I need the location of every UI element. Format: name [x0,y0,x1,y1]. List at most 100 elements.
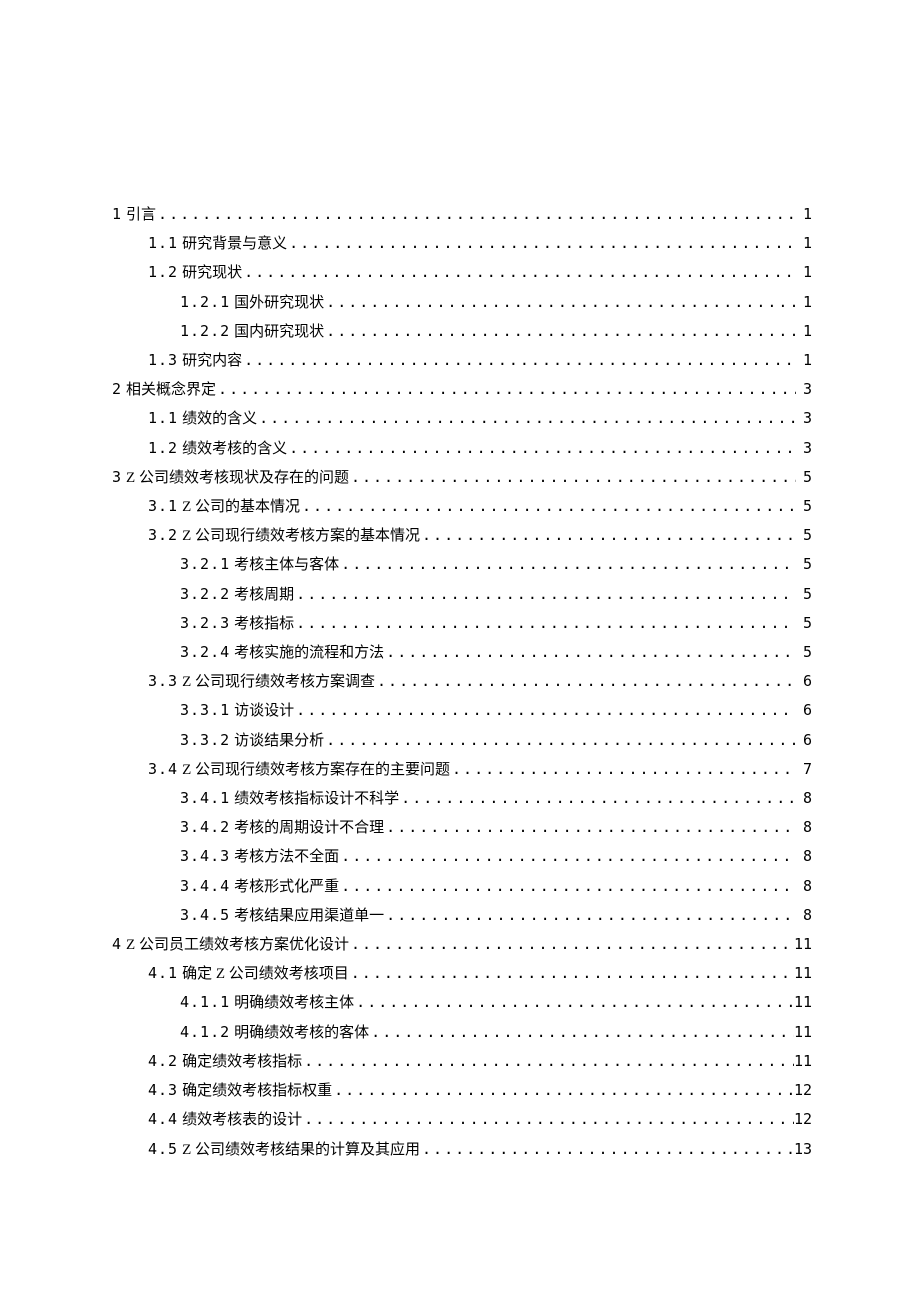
toc-entry-title: 明确绩效考核的客体 [234,1019,369,1047]
toc-entry-page: 3 [796,434,812,462]
toc-entry-page: 1 [796,200,812,228]
toc-entry-number: 4.1 [148,959,178,987]
toc-entry-title: 确定绩效考核指标权重 [182,1077,332,1105]
toc-entry-title: 研究背景与意义 [182,230,287,258]
toc-entry-number: 1 [112,200,122,228]
toc-entry-page: 5 [796,492,812,520]
toc-entry: 2相关概念界定 3 [112,375,812,404]
toc-entry-title: 明确绩效考核主体 [234,989,354,1017]
toc-leader-dots [384,901,796,929]
toc-entry-page: 8 [796,901,812,929]
toc-entry: 1.2.2国内研究现状1 [112,317,812,346]
toc-entry-page: 5 [796,638,812,666]
toc-leader-dots [216,375,796,403]
toc-entry: 4.3确定绩效考核指标权重12 [112,1076,812,1105]
toc-entry: 3.3Z 公司现行绩效考核方案调查6 [112,667,812,696]
toc-entry-title: 研究内容 [182,347,242,375]
toc-entry-page: 5 [796,609,812,637]
toc-entry: 3.1Z 公司的基本情况5 [112,492,812,521]
toc-entry-page: 1 [796,288,812,316]
toc-entry-title: 访谈设计 [234,697,294,725]
toc-entry-page: 8 [796,784,812,812]
toc-entry-page: 8 [796,813,812,841]
toc-entry-number: 4.1.2 [180,1018,230,1046]
toc-entry: 3.2.1考核主体与客体5 [112,550,812,579]
toc-entry: 3.2.4考核实施的流程和方法5 [112,638,812,667]
toc-entry: 4.1.2明确绩效考核的客体 11 [112,1018,812,1047]
toc-entry-number: 3.4.4 [180,872,230,900]
toc-entry: 4.1确定 Z 公司绩效考核项目 11 [112,959,812,988]
toc-leader-dots [324,317,796,345]
toc-entry-title: Z 公司绩效考核结果的计算及其应用 [182,1136,420,1164]
toc-entry-title: 考核周期 [234,581,294,609]
toc-leader-dots [294,609,796,637]
toc-entry-page: 5 [796,463,812,491]
toc-entry-page: 3 [796,375,812,403]
toc-entry-title: 国内研究现状 [234,318,324,346]
toc-entry-page: 1 [796,317,812,345]
toc-entry-number: 2 [112,375,122,403]
toc-entry-number: 3.3 [148,667,178,695]
toc-entry-title: 国外研究现状 [234,289,324,317]
toc-entry-number: 4 [112,930,122,958]
toc-leader-dots [302,1105,794,1133]
toc-entry-page: 8 [796,842,812,870]
toc-entry-page: 11 [794,930,812,958]
toc-entry-number: 3.4.2 [180,813,230,841]
toc-entry-title: Z 公司员工绩效考核方案优化设计 [126,931,349,959]
toc-leader-dots [294,580,796,608]
toc-leader-dots [339,872,796,900]
toc-entry-page: 6 [796,696,812,724]
toc-entry-title: 考核方法不全面 [234,843,339,871]
toc-entry: 3.2Z 公司现行绩效考核方案的基本情况5 [112,521,812,550]
toc-leader-dots [420,1135,794,1163]
toc-entry-page: 12 [794,1076,812,1104]
toc-entry: 1.2研究现状1 [112,258,812,287]
toc-entry: 1.2绩效考核的含义3 [112,434,812,463]
toc-entry-title: Z 公司现行绩效考核方案存在的主要问题 [182,756,450,784]
toc-entry: 1.1绩效的含义3 [112,404,812,433]
toc-entry-title: 绩效考核指标设计不科学 [234,785,399,813]
toc-leader-dots [420,521,796,549]
toc-entry: 4 Z 公司员工绩效考核方案优化设计 11 [112,930,812,959]
toc-entry-title: 确定绩效考核指标 [182,1048,302,1076]
toc-entry-title: Z 公司的基本情况 [182,493,300,521]
toc-entry-page: 11 [794,1018,812,1046]
toc-entry-number: 4.4 [148,1105,178,1133]
toc-entry-page: 11 [794,959,812,987]
toc-leader-dots [257,404,796,432]
toc-leader-dots [399,784,796,812]
toc-leader-dots [339,842,796,870]
toc-entry: 4.5Z 公司绩效考核结果的计算及其应用13 [112,1135,812,1164]
toc-entry: 3.2.3考核指标5 [112,609,812,638]
toc-leader-dots [294,696,796,724]
toc-entry: 4.2确定绩效考核指标11 [112,1047,812,1076]
toc-entry: 3.4.1绩效考核指标设计不科学 8 [112,784,812,813]
toc-entry-page: 8 [796,872,812,900]
toc-entry-title: 访谈结果分析 [234,727,324,755]
toc-entry-number: 3.4.5 [180,901,230,929]
toc-entry-title: 绩效的含义 [182,405,257,433]
toc-entry-title: 考核实施的流程和方法 [234,639,384,667]
toc-entry-number: 3.4.3 [180,842,230,870]
toc-entry-page: 1 [796,258,812,286]
toc-entry-page: 5 [796,550,812,578]
toc-entry-title: 相关概念界定 [126,376,216,404]
toc-entry-number: 1.3 [148,346,178,374]
toc-leader-dots [384,813,796,841]
toc-entry-page: 1 [796,229,812,257]
toc-leader-dots [242,346,796,374]
toc-entry-title: 考核的周期设计不合理 [234,814,384,842]
toc-entry: 1.1研究背景与意义 1 [112,229,812,258]
toc-entry-number: 4.5 [148,1135,178,1163]
toc-entry-title: 确定 Z 公司绩效考核项目 [182,960,349,988]
toc-entry: 3 Z 公司绩效考核现状及存在的问题5 [112,463,812,492]
toc-entry-number: 3.4 [148,755,178,783]
toc-entry-number: 1.1 [148,229,178,257]
toc-entry-page: 7 [796,755,812,783]
toc-entry-number: 3.4.1 [180,784,230,812]
toc-entry: 1.3研究内容1 [112,346,812,375]
toc-leader-dots [384,638,796,666]
toc-entry-page: 3 [796,404,812,432]
toc-entry-number: 4.2 [148,1047,178,1075]
